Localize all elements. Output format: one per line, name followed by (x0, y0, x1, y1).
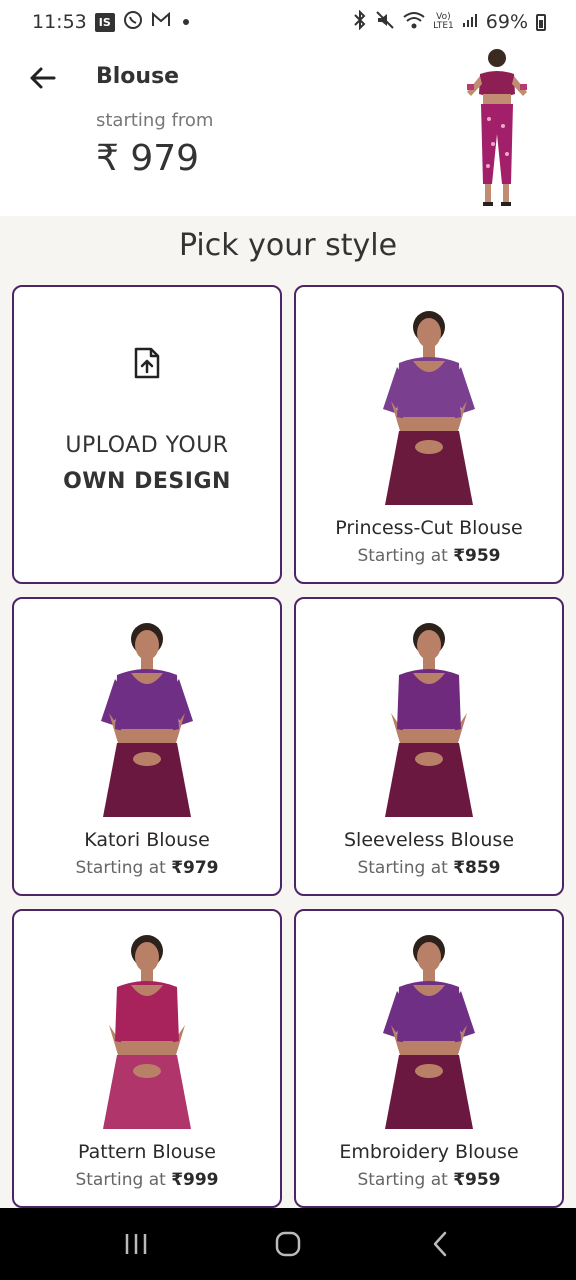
recent-apps-button[interactable] (106, 1214, 166, 1274)
style-name: Pattern Blouse (78, 1141, 216, 1163)
style-image (14, 613, 280, 817)
wifi-icon (403, 11, 425, 33)
home-button[interactable] (258, 1214, 318, 1274)
starting-at-label: Starting at (357, 858, 448, 878)
model-figure (385, 623, 473, 817)
model-hands (133, 1064, 161, 1078)
signal-icon (462, 12, 478, 32)
style-price-value: ₹959 (453, 546, 501, 566)
status-right: Vo) LTE1 69% (353, 9, 546, 34)
model-neck (141, 657, 153, 671)
battery-icon (536, 13, 546, 31)
style-price-value: ₹859 (453, 858, 501, 878)
style-card[interactable]: Sleeveless Blouse Starting at ₹859 (294, 597, 564, 896)
starting-at-label: Starting at (75, 858, 166, 878)
screen: 11:53 IS Vo) LTE1 69% Blouse starting fr… (0, 0, 576, 1280)
hero-model-image (467, 49, 527, 206)
model-neck (423, 345, 435, 359)
battery-percent: 69% (485, 11, 528, 33)
model-hands (415, 440, 443, 454)
style-card[interactable]: Katori Blouse Starting at ₹979 (12, 597, 282, 896)
style-image (296, 301, 562, 505)
chevron-left-icon (433, 1231, 447, 1257)
style-card[interactable]: Pattern Blouse Starting at ₹999 (12, 909, 282, 1208)
page-title: Blouse (96, 64, 180, 89)
model-waist (403, 417, 455, 431)
bluetooth-icon (353, 9, 367, 34)
starting-at-label: Starting at (357, 546, 448, 566)
model-hands (415, 752, 443, 766)
arrow-left-icon (30, 67, 56, 89)
model-figure (101, 623, 193, 817)
style-name: Princess-Cut Blouse (335, 517, 523, 539)
style-price: Starting at ₹999 (14, 1170, 280, 1190)
starting-from-label: starting from (96, 110, 214, 131)
style-price: Starting at ₹859 (296, 858, 562, 878)
system-nav-bar (0, 1208, 576, 1280)
style-price-value: ₹979 (171, 858, 219, 878)
back-button[interactable] (24, 60, 60, 96)
style-name: Embroidery Blouse (339, 1141, 519, 1163)
model-hands (415, 1064, 443, 1078)
style-name: Sleeveless Blouse (343, 829, 515, 851)
model-waist (121, 729, 173, 743)
upload-design-card[interactable]: UPLOAD YOUR OWN DESIGN (12, 285, 282, 584)
starting-at-label: Starting at (75, 1170, 166, 1190)
status-time: 11:53 (32, 11, 87, 33)
upload-line-1: UPLOAD YOUR (65, 433, 229, 458)
home-icon (275, 1231, 301, 1257)
style-price-value: ₹959 (453, 1170, 501, 1190)
model-face (417, 942, 441, 972)
section-title: Pick your style (178, 228, 398, 263)
model-face (417, 318, 441, 348)
recent-apps-icon (125, 1234, 147, 1254)
model-waist (403, 729, 455, 743)
notification-dot-icon (182, 19, 189, 25)
model-face (135, 630, 159, 660)
style-name: Katori Blouse (84, 829, 210, 851)
mute-icon (375, 10, 395, 34)
model-waist (403, 1041, 455, 1055)
model-neck (141, 969, 153, 983)
status-bar: 11:53 IS Vo) LTE1 69% (0, 0, 576, 44)
model-face (135, 942, 159, 972)
model-hands (133, 752, 161, 766)
style-price: Starting at ₹959 (296, 1170, 562, 1190)
model-figure (103, 935, 191, 1129)
model-neck (423, 657, 435, 671)
whatsapp-icon (123, 10, 143, 34)
model-figure (383, 935, 475, 1129)
upload-line-2: OWN DESIGN (63, 469, 231, 494)
file-upload-icon (134, 347, 160, 379)
style-price-value: ₹999 (171, 1170, 219, 1190)
starting-at-label: Starting at (357, 1170, 448, 1190)
header: Blouse starting from ₹ 979 (0, 44, 576, 216)
style-card[interactable]: Princess-Cut Blouse Starting at ₹959 (294, 285, 564, 584)
style-price: Starting at ₹959 (296, 546, 562, 566)
app-badge-icon: IS (94, 12, 115, 32)
volte-icon: Vo) LTE1 (433, 12, 454, 31)
model-waist (121, 1041, 173, 1055)
style-image (14, 925, 280, 1129)
model-figure (383, 311, 475, 505)
gmail-icon (151, 11, 171, 32)
model-neck (423, 969, 435, 983)
starting-price: ₹ 979 (96, 138, 200, 179)
style-card[interactable]: Embroidery Blouse Starting at ₹959 (294, 909, 564, 1208)
system-back-button[interactable] (410, 1214, 470, 1274)
status-left: 11:53 IS (32, 10, 189, 34)
style-price: Starting at ₹979 (14, 858, 280, 878)
style-image (296, 613, 562, 817)
style-image (296, 925, 562, 1129)
model-face (417, 630, 441, 660)
